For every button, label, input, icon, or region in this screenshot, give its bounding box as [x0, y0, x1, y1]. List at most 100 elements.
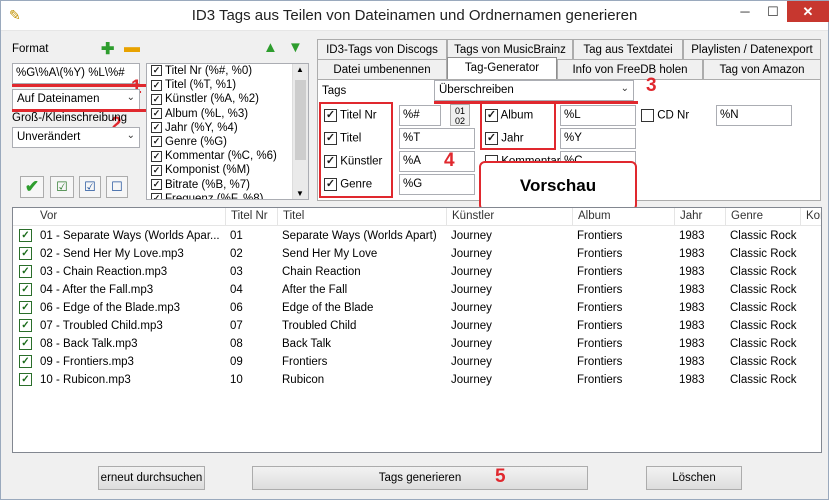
table-row[interactable]: ✓ 07 - Troubled Child.mp3 07 Troubled Child… — [13, 317, 821, 335]
kuenstler-checkbox[interactable]: ✓ Künstler — [324, 155, 382, 168]
checkbox-icon[interactable]: ✓ — [19, 319, 32, 333]
check-all-icon[interactable]: ☑ — [79, 176, 101, 198]
format-variable-item[interactable]: ✓ Künstler (%A, %2) — [147, 92, 308, 106]
table-row[interactable]: ✓ 09 - Frontiers.mp3 09 Frontiers Journey Fro… — [13, 353, 821, 371]
tab-playlist[interactable]: Playlisten / Datenexport — [683, 39, 821, 60]
format-variable-item[interactable]: ✓ Genre (%G) — [147, 135, 308, 149]
titel-checkbox[interactable]: ✓ Titel — [324, 132, 361, 145]
scrollbar-thumb[interactable] — [295, 80, 306, 160]
source-select[interactable]: Auf Dateinamen ⌄ — [12, 89, 140, 110]
checkbox-icon[interactable]: ✓ — [151, 122, 162, 134]
titel-input[interactable]: %T — [399, 128, 475, 149]
checkbox-icon[interactable]: ✓ — [19, 247, 32, 261]
maximize-button[interactable]: ☐ — [759, 1, 787, 22]
col-header-titel[interactable]: Titel — [277, 208, 446, 226]
col-header-kuenstler[interactable]: Künstler — [446, 208, 572, 226]
format-variable-item[interactable]: ✓ Titel Nr (%#, %0) — [147, 64, 308, 78]
titelnr-input[interactable]: %# — [399, 105, 441, 126]
table-row[interactable]: ✓ 02 - Send Her My Love.mp3 02 Send Her My … — [13, 245, 821, 263]
remove-format-icon[interactable]: ▬ — [124, 39, 140, 57]
close-button[interactable]: ✕ — [787, 1, 829, 22]
case-select[interactable]: Unverändert ⌄ — [12, 127, 140, 148]
kuenstler-input[interactable]: %A — [399, 151, 475, 172]
cdnr-input[interactable]: %N — [716, 105, 792, 126]
genre-checkbox[interactable]: ✓ Genre — [324, 178, 372, 191]
checkbox-icon[interactable]: ✓ — [19, 337, 32, 351]
row-checkbox[interactable]: ✓ — [16, 227, 35, 245]
minimize-button[interactable]: ─ — [731, 1, 759, 22]
checkbox-icon[interactable]: ✓ — [19, 301, 32, 315]
format-variable-item[interactable]: ✓ Komponist (%M) — [147, 163, 308, 177]
move-down-icon[interactable]: ▼ — [288, 39, 303, 56]
jahr-checkbox[interactable]: ✓ Jahr — [485, 132, 524, 145]
delete-button[interactable]: Löschen — [646, 466, 742, 490]
format-input[interactable]: %G\%A\(%Y) %L\%# — [12, 63, 140, 84]
checkbox-icon[interactable]: ✓ — [151, 164, 162, 176]
table-row[interactable]: ✓ 04 - After the Fall.mp3 04 After the Fall… — [13, 281, 821, 299]
generate-tags-button[interactable]: Tags generieren — [252, 466, 588, 490]
tab-amazon[interactable]: Tag von Amazon — [703, 59, 821, 80]
add-format-icon[interactable]: ✚ — [101, 39, 114, 59]
format-variable-item[interactable]: ✓ Album (%L, %3) — [147, 107, 308, 121]
checkbox-icon[interactable]: ✓ — [151, 79, 162, 91]
table-row[interactable]: ✓ 10 - Rubicon.mp3 10 Rubicon Journey Frontie… — [13, 371, 821, 389]
row-checkbox[interactable]: ✓ — [16, 281, 35, 299]
format-variable-item[interactable]: ✓ Frequenz (%F, %8) — [147, 192, 308, 199]
table-row[interactable]: ✓ 03 - Chain Reaction.mp3 03 Chain Reaction… — [13, 263, 821, 281]
col-header-album[interactable]: Album — [572, 208, 674, 226]
checkbox-icon[interactable]: ✓ — [19, 229, 32, 243]
row-checkbox[interactable]: ✓ — [16, 263, 35, 281]
row-checkbox[interactable]: ✓ — [16, 317, 35, 335]
jahr-input[interactable]: %Y — [560, 128, 636, 149]
album-checkbox[interactable]: ✓ Album — [485, 109, 533, 122]
checkbox-icon[interactable]: ✓ — [19, 283, 32, 297]
checkbox-icon[interactable]: ✓ — [151, 93, 162, 105]
uncheck-all-icon[interactable]: ☐ — [106, 176, 128, 198]
titelnr-checkbox[interactable]: ✓ Titel Nr — [324, 109, 377, 122]
format-variable-item[interactable]: ✓ Titel (%T, %1) — [147, 78, 308, 92]
col-header-genre[interactable]: Genre — [725, 208, 800, 226]
scroll-down-icon[interactable]: ▼ — [296, 189, 304, 198]
tab-tag-generator[interactable]: Tag-Generator — [447, 57, 557, 80]
tab-freedb[interactable]: Info von FreeDB holen — [557, 59, 703, 80]
checkbox-icon[interactable]: ✓ — [19, 265, 32, 279]
checkbox-icon[interactable]: ✓ — [151, 108, 162, 120]
toggle-all-icon[interactable]: ☑ — [50, 176, 74, 198]
checkbox-icon[interactable]: ✓ — [19, 355, 32, 369]
checkbox-icon[interactable]: ✓ — [19, 373, 32, 387]
row-checkbox[interactable]: ✓ — [16, 245, 35, 263]
row-checkbox[interactable]: ✓ — [16, 299, 35, 317]
col-header-titelnr[interactable]: Titel Nr — [225, 208, 277, 226]
row-checkbox[interactable]: ✓ — [16, 353, 35, 371]
row-checkbox[interactable]: ✓ — [16, 335, 35, 353]
row-checkbox[interactable]: ✓ — [16, 371, 35, 389]
cdnr-checkbox[interactable]: CD Nr — [641, 109, 689, 122]
checkbox-icon[interactable]: ✓ — [151, 178, 162, 190]
scroll-up-icon[interactable]: ▲ — [296, 65, 304, 74]
tab-discogs[interactable]: ID3-Tags von Discogs — [317, 39, 447, 60]
track-numbering-button[interactable]: 01 02 — [450, 104, 470, 126]
format-variable-item[interactable]: ✓ Bitrate (%B, %7) — [147, 178, 308, 192]
col-header-vor[interactable]: Vor — [35, 208, 225, 226]
format-variable-item[interactable]: ✓ Jahr (%Y, %4) — [147, 121, 308, 135]
rescan-button[interactable]: erneut durchsuchen — [98, 466, 205, 490]
checkbox-icon[interactable]: ✓ — [151, 136, 162, 148]
checkbox-icon[interactable]: ✓ — [151, 150, 162, 162]
checkbox-icon[interactable]: ✓ — [151, 65, 162, 77]
table-row[interactable]: ✓ 01 - Separate Ways (Worlds Apar... 01 Sep… — [13, 227, 821, 245]
genre-input[interactable]: %G — [399, 174, 475, 195]
col-header-kommentar[interactable]: Kom — [800, 208, 821, 226]
tab-rename[interactable]: Datei umbenennen — [317, 59, 447, 80]
table-row[interactable]: ✓ 06 - Edge of the Blade.mp3 06 Edge of the… — [13, 299, 821, 317]
col-header-jahr[interactable]: Jahr — [674, 208, 725, 226]
format-variable-item[interactable]: ✓ Kommentar (%C, %6) — [147, 149, 308, 163]
move-up-icon[interactable]: ▲ — [263, 39, 278, 56]
preview-table[interactable]: Vor Titel Nr Titel Künstler Album Jahr G… — [12, 207, 822, 453]
album-input[interactable]: %L — [560, 105, 636, 126]
mode-select[interactable]: Überschreiben ⌄ — [434, 80, 634, 101]
tab-textfile[interactable]: Tag aus Textdatei — [573, 39, 683, 60]
table-row[interactable]: ✓ 08 - Back Talk.mp3 08 Back Talk Journey Fro… — [13, 335, 821, 353]
list-scrollbar[interactable]: ▲ ▼ — [292, 64, 308, 199]
apply-check-icon[interactable]: ✔ — [20, 176, 44, 198]
checkbox-icon[interactable]: ✓ — [151, 193, 162, 199]
